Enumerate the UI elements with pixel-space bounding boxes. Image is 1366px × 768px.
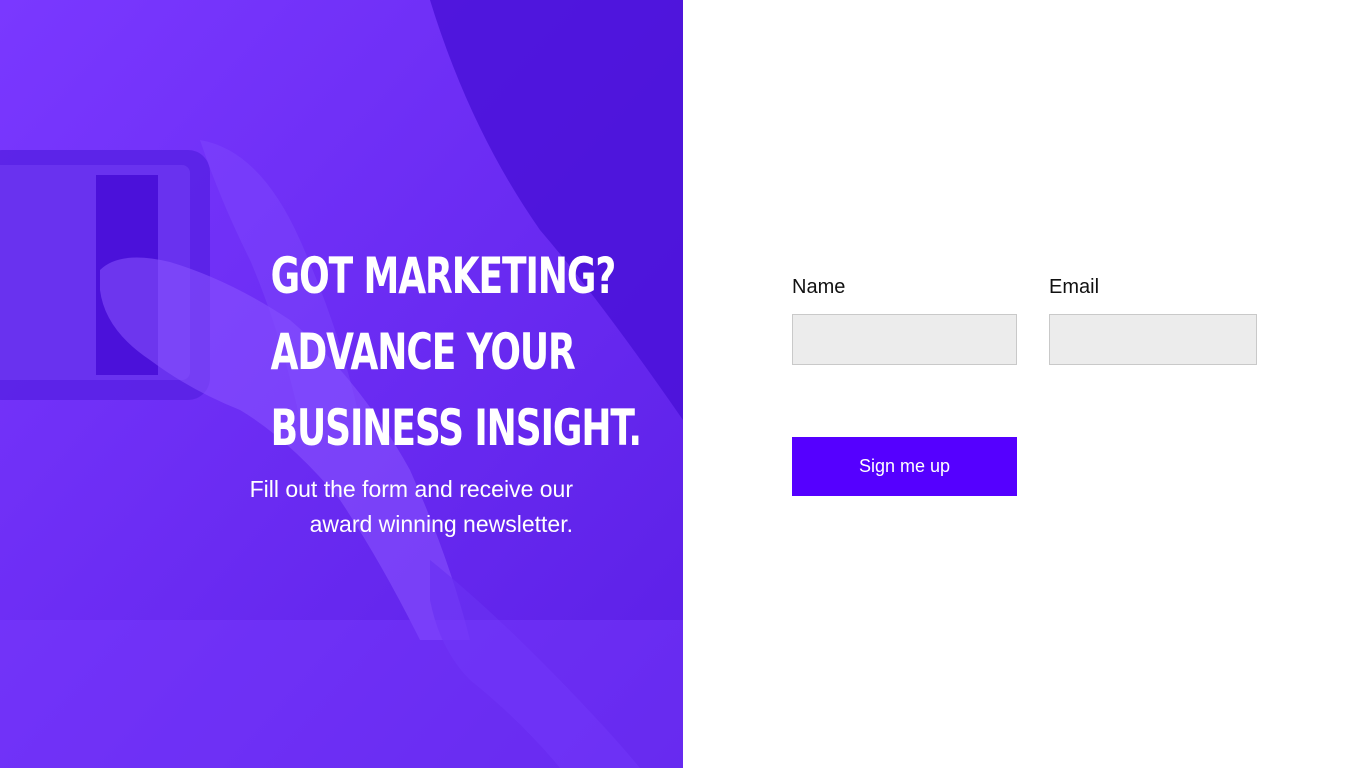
signup-form-panel: Name Email Sign me up xyxy=(683,0,1366,768)
email-label: Email xyxy=(1049,276,1100,298)
headline-line-1: Got Marketing? xyxy=(270,247,617,305)
name-input[interactable] xyxy=(792,314,1017,365)
hero-headline: Got Marketing? Advance Your Business Ins… xyxy=(270,238,642,466)
headline-line-3: Business Insight. xyxy=(270,399,642,457)
email-field-group: Email xyxy=(1049,274,1257,365)
subtext-line-1: Fill out the form and receive our xyxy=(249,476,573,502)
hero-panel: Got Marketing? Advance Your Business Ins… xyxy=(0,0,683,768)
name-field-group: Name xyxy=(792,274,1017,365)
hero-subtext: Fill out the form and receive our award … xyxy=(153,472,573,542)
email-input[interactable] xyxy=(1049,314,1257,365)
page: Got Marketing? Advance Your Business Ins… xyxy=(0,0,1366,768)
name-label: Name xyxy=(792,276,846,298)
headline-line-2: Advance Your xyxy=(270,323,576,381)
sign-me-up-button[interactable]: Sign me up xyxy=(792,437,1017,496)
hero-content: Got Marketing? Advance Your Business Ins… xyxy=(153,238,643,542)
subtext-line-2: award winning newsletter. xyxy=(309,511,573,537)
